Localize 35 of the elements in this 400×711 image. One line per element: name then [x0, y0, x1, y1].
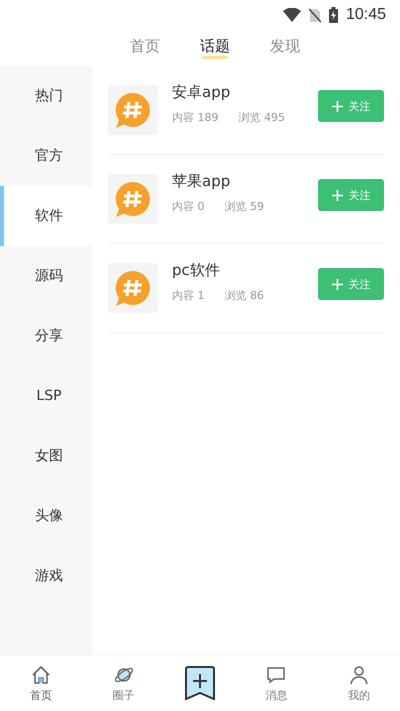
- category-item[interactable]: 软件: [0, 186, 92, 246]
- topic-title[interactable]: pc软件: [172, 261, 304, 280]
- bottom-nav-item[interactable]: 我的: [318, 662, 400, 704]
- nav-tab[interactable]: 发现: [270, 35, 300, 61]
- view-count: 浏览 86: [224, 288, 264, 303]
- content-count: 内容 1: [172, 288, 204, 303]
- nav-tab[interactable]: 话题: [200, 35, 230, 61]
- add-post-icon[interactable]: [183, 665, 218, 701]
- category-item[interactable]: 头像: [0, 486, 92, 546]
- nav-tab[interactable]: 首页: [130, 35, 160, 61]
- content-count: 内容 189: [172, 110, 218, 125]
- battery-charging-icon: [328, 7, 338, 23]
- person-icon: [348, 664, 370, 686]
- category-item[interactable]: 官方: [0, 126, 92, 186]
- category-item[interactable]: 女图: [0, 426, 92, 486]
- bottom-nav-item[interactable]: 首页: [0, 662, 82, 704]
- plus-icon: [332, 100, 342, 112]
- bottom-nav-item[interactable]: 消息: [235, 662, 318, 704]
- category-item[interactable]: 分享: [0, 306, 92, 366]
- home-icon: [30, 664, 52, 686]
- topic-title[interactable]: 苹果app: [172, 172, 304, 191]
- content-count: 内容 0: [172, 199, 204, 214]
- plus-icon: [332, 190, 342, 200]
- category-item[interactable]: 热门: [0, 66, 92, 126]
- category-item[interactable]: 源码: [0, 246, 92, 306]
- view-count: 浏览 495: [238, 110, 285, 125]
- wifi-icon: [282, 8, 301, 22]
- no-sim-icon: [308, 8, 321, 22]
- clock-time: 10:45: [346, 6, 386, 24]
- bottom-nav-item[interactable]: 圈子: [82, 662, 165, 704]
- view-count: 浏览 59: [224, 199, 264, 214]
- plus-icon: [332, 278, 342, 290]
- topic-title[interactable]: 安卓app: [172, 83, 304, 102]
- category-item[interactable]: LSP: [0, 366, 92, 426]
- category-item[interactable]: 游戏: [0, 546, 92, 606]
